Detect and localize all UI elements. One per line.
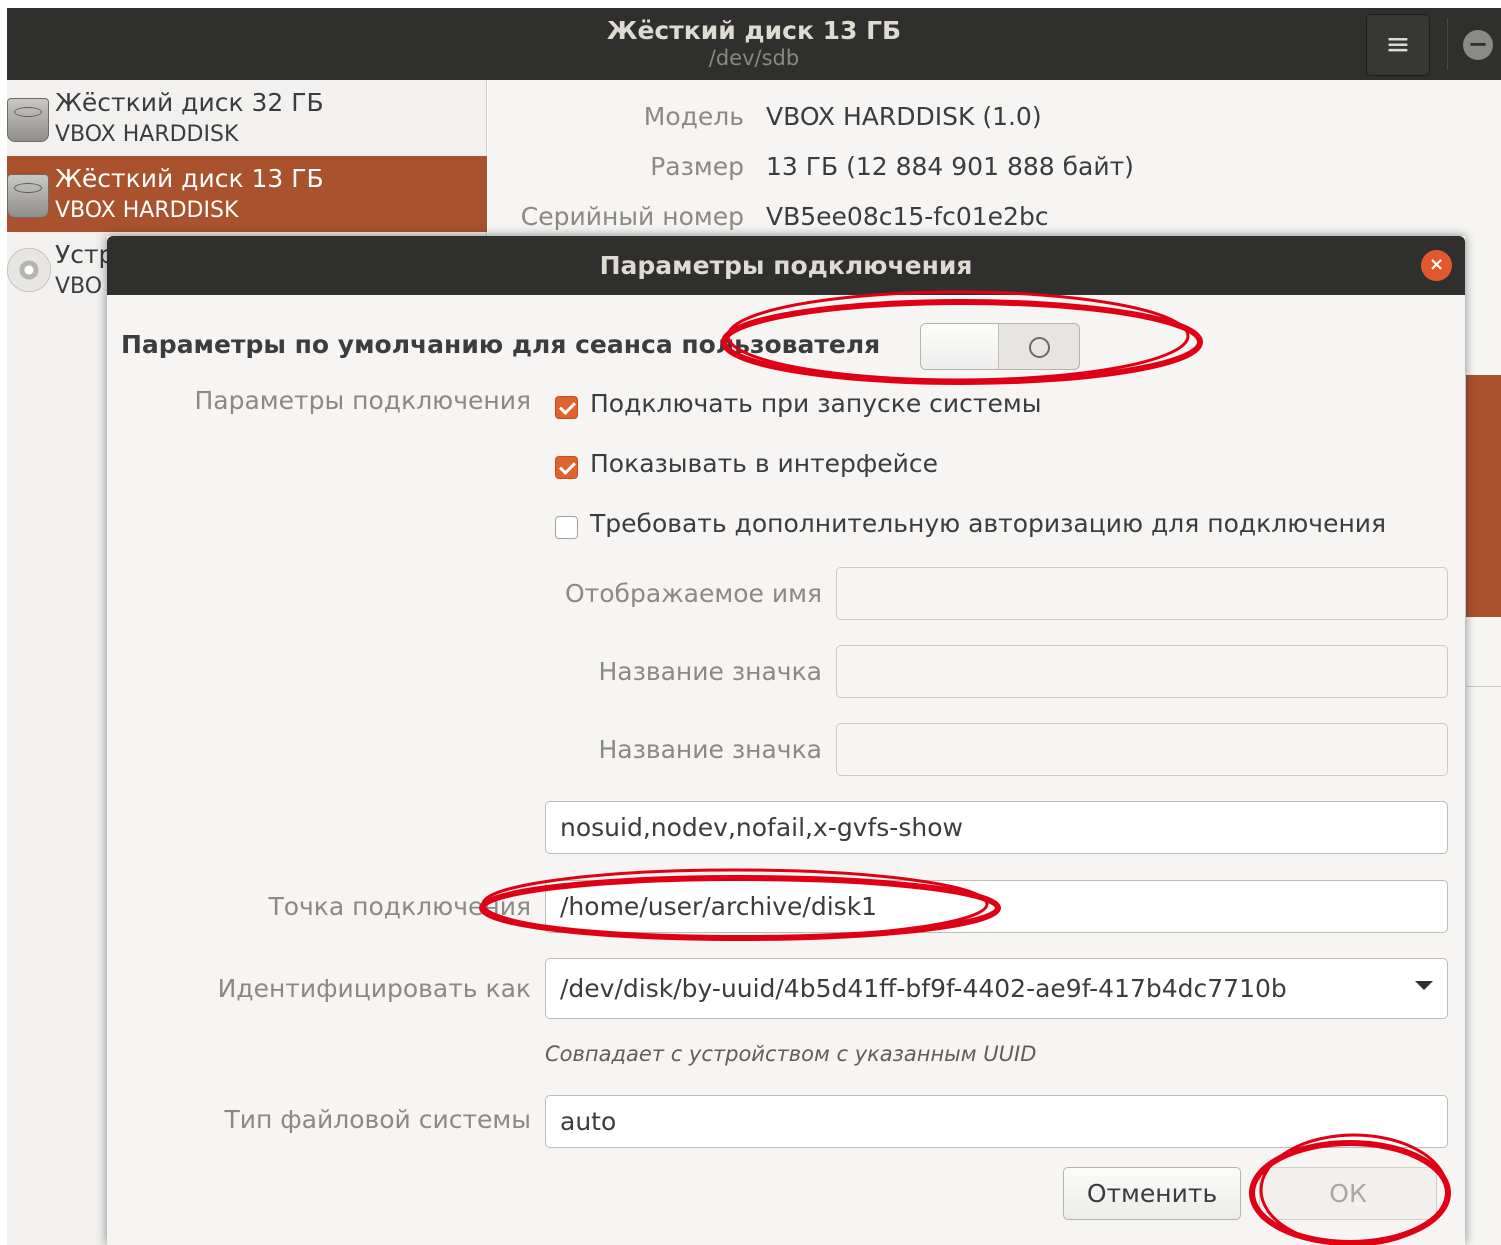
- checkbox-checked-icon: [555, 456, 578, 479]
- icon-name-field[interactable]: [836, 645, 1448, 698]
- checkbox-label: Требовать дополнительную авторизацию для…: [590, 509, 1387, 538]
- mount-point-field[interactable]: /home/user/archive/disk1: [545, 880, 1448, 933]
- mount-options-dialog: Параметры подключения × Параметры по умо…: [107, 236, 1465, 1245]
- chevron-down-icon: [1415, 981, 1433, 990]
- checkbox-checked-icon: [555, 396, 578, 419]
- switch-off-icon: [1029, 337, 1050, 358]
- mount-options-field[interactable]: nosuid,nodev,nofail,x-gvfs-show: [545, 801, 1448, 854]
- identify-as-combo[interactable]: /dev/disk/by-uuid/4b5d41ff-bf9f-4402-ae9…: [545, 958, 1448, 1019]
- serial-label: Серийный номер: [520, 202, 744, 231]
- hard-disk-icon: [7, 98, 49, 142]
- close-icon[interactable]: ×: [1421, 250, 1452, 281]
- hard-disk-icon: [7, 174, 49, 218]
- size-row: Размер 13 ГБ (12 884 901 888 байт): [488, 152, 1501, 192]
- user-session-defaults-switch[interactable]: [920, 323, 1080, 370]
- mount-point-label: Точка подключения: [268, 892, 531, 921]
- cancel-button[interactable]: Отменить: [1063, 1167, 1241, 1220]
- minimize-icon[interactable]: −: [1463, 30, 1493, 60]
- disk-name: Устр: [55, 240, 115, 269]
- partition-bar-background: [1466, 375, 1501, 617]
- window-title: Жёсткий диск 13 ГБ: [606, 16, 902, 45]
- symbolic-icon-name-field[interactable]: [836, 723, 1448, 776]
- fs-type-field[interactable]: auto: [545, 1095, 1448, 1148]
- disk-model: VBO: [55, 274, 103, 299]
- model-row: Модель VBOX HARDDISK (1.0): [488, 102, 1501, 142]
- window-titlebar: Жёсткий диск 13 ГБ /dev/sdb ≡ −: [7, 8, 1501, 80]
- hamburger-menu-icon[interactable]: ≡: [1366, 14, 1430, 76]
- size-value: 13 ГБ (12 884 901 888 байт): [766, 152, 1134, 181]
- disk-name: Жёсткий диск 32 ГБ: [55, 88, 324, 117]
- model-label: Модель: [643, 102, 744, 131]
- size-label: Размер: [650, 152, 744, 181]
- identify-as-value: /dev/disk/by-uuid/4b5d41ff-bf9f-4402-ae9…: [560, 974, 1287, 1003]
- symbolic-icon-name-label: Название значка: [598, 735, 822, 764]
- dialog-title: Параметры подключения: [599, 251, 973, 280]
- identify-as-hint: Совпадает с устройством с указанным UUID: [545, 1042, 1037, 1066]
- serial-value: VB5ee08c15-fc01e2bc: [766, 202, 1049, 231]
- display-name-field[interactable]: [836, 567, 1448, 620]
- icon-name-label: Название значка: [598, 657, 822, 686]
- disk-model: VBOX HARDDISK: [55, 122, 239, 147]
- checkbox-label: Подключать при запуске системы: [590, 389, 1042, 418]
- fs-type-label: Тип файловой системы: [224, 1105, 531, 1134]
- titlebar-separator: [1447, 18, 1448, 70]
- window-subtitle: /dev/sdb: [708, 46, 800, 70]
- switch-knob: [921, 324, 999, 369]
- checkbox-label: Показывать в интерфейсе: [590, 449, 939, 478]
- dialog-titlebar: Параметры подключения ×: [107, 236, 1465, 295]
- disk-list-item[interactable]: Жёсткий диск 32 ГБ VBOX HARDDISK: [7, 80, 487, 156]
- display-name-label: Отображаемое имя: [565, 579, 822, 608]
- user-session-defaults-heading: Параметры по умолчанию для сеанса пользо…: [121, 330, 881, 359]
- disk-list-item-selected[interactable]: Жёсткий диск 13 ГБ VBOX HARDDISK: [7, 156, 487, 232]
- optical-disc-icon: [7, 248, 51, 292]
- mount-options-label: Параметры подключения: [194, 386, 532, 415]
- identify-as-label: Идентифицировать как: [217, 974, 531, 1003]
- ok-button[interactable]: ОК: [1259, 1167, 1437, 1220]
- partition-divider: [1466, 686, 1501, 687]
- checkbox-unchecked-icon: [555, 516, 578, 539]
- model-value: VBOX HARDDISK (1.0): [766, 102, 1042, 131]
- disk-model: VBOX HARDDISK: [55, 198, 239, 223]
- disk-name: Жёсткий диск 13 ГБ: [55, 164, 324, 193]
